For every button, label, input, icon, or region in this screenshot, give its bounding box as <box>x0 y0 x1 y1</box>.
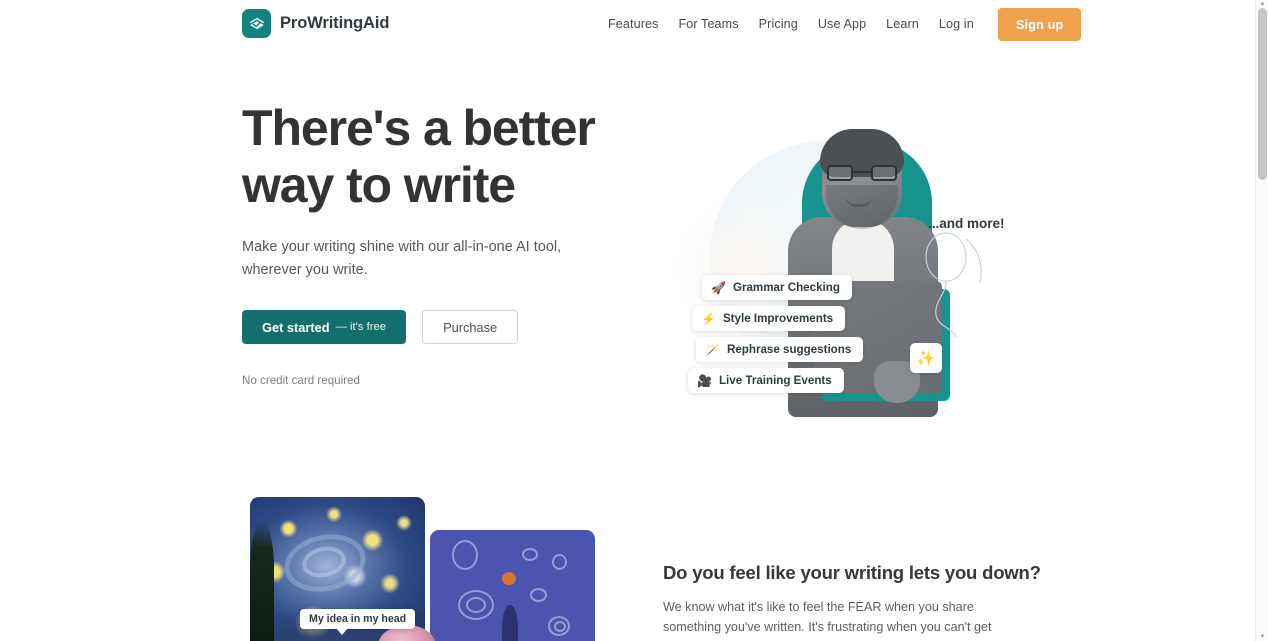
nav-item-learn[interactable]: Learn <box>876 11 929 37</box>
glasses-icon <box>827 165 897 181</box>
scrollbar-thumb[interactable] <box>1258 8 1267 180</box>
section2-copy: Do you feel like your writing lets you d… <box>663 562 1041 641</box>
feature-chip-label: Live Training Events <box>718 374 832 387</box>
nav-item-features[interactable]: Features <box>598 11 669 37</box>
rocket-icon: 🚀 <box>711 280 726 295</box>
section2-title: Do you feel like your writing lets you d… <box>663 562 1041 583</box>
and-more-label: ...and more! <box>928 216 1005 231</box>
hero-section: There's a better way to write Make your … <box>0 48 1256 468</box>
get-started-button[interactable]: Get started — it's free <box>242 310 407 344</box>
idea-in-my-head-label: My idea in my head <box>300 609 416 635</box>
scroll-down-arrow-icon[interactable]: ▼ <box>1256 633 1268 641</box>
nav-item-use-app[interactable]: Use App <box>808 11 876 37</box>
magic-wand-icon: 🪄 <box>705 342 720 357</box>
hero-subtitle: Make your writing shine with our all-in-… <box>242 239 562 278</box>
sparkles-chip: ✨ <box>910 343 942 373</box>
site-header: ProWritingAid Features For Teams Pricing… <box>0 0 1256 48</box>
writing-lets-you-down-section: My idea in my head Do you feel like your… <box>0 468 1256 641</box>
get-started-label: Get started <box>262 319 330 335</box>
lightning-bolt-icon: ⚡ <box>701 311 716 326</box>
nav-item-pricing[interactable]: Pricing <box>749 11 808 37</box>
hero-title-line-2: way to write <box>242 157 516 213</box>
scroll-up-arrow-icon[interactable]: ▲ <box>1256 0 1268 8</box>
stacked-pages-check-icon <box>242 9 271 38</box>
page-scrollbar[interactable]: ▲ ▼ <box>1255 0 1268 641</box>
movie-camera-icon: 🎥 <box>697 373 712 388</box>
section2-body: We know what it's like to feel the FEAR … <box>663 600 992 641</box>
balloon-doodle-icon <box>925 232 982 338</box>
feature-chip-rephrase-suggestions[interactable]: 🪄 Rephrase suggestions <box>696 337 864 362</box>
brand-logo-link[interactable]: ProWritingAid <box>242 9 389 38</box>
sketch-version-image <box>430 530 595 641</box>
feature-chip-list: 🚀 Grammar Checking ⚡ Style Improvements … <box>688 275 864 399</box>
feature-chip-live-training-events[interactable]: 🎥 Live Training Events <box>688 368 844 393</box>
section2-illustration: My idea in my head <box>250 497 602 641</box>
page-root: ProWritingAid Features For Teams Pricing… <box>0 0 1268 641</box>
hero-illustration: ...and more! ✨ 🚀 Grammar Checking ⚡ Styl… <box>650 103 1050 443</box>
feature-chip-grammar-checking[interactable]: 🚀 Grammar Checking <box>702 275 852 300</box>
hero-title: There's a better way to write <box>242 100 642 214</box>
sparkles-icon: ✨ <box>916 350 936 367</box>
hero-copy: There's a better way to write Make your … <box>242 100 642 387</box>
nav-item-for-teams[interactable]: For Teams <box>669 11 749 37</box>
brand-name: ProWritingAid <box>280 14 390 32</box>
feature-chip-label: Grammar Checking <box>732 281 840 294</box>
feature-chip-label: Rephrase suggestions <box>726 343 852 356</box>
main-navigation: Features For Teams Pricing Use App Learn… <box>598 0 1082 48</box>
sign-up-button[interactable]: Sign up <box>997 7 1082 41</box>
hero-title-line-1: There's a better <box>242 100 596 156</box>
feature-chip-label: Style Improvements <box>722 312 834 325</box>
purchase-button[interactable]: Purchase <box>422 310 519 344</box>
hero-actions: Get started — it's free Purchase <box>242 310 642 344</box>
no-credit-card-note: No credit card required <box>242 374 360 387</box>
feature-chip-style-improvements[interactable]: ⚡ Style Improvements <box>692 306 846 331</box>
get-started-free-note: — it's free <box>335 321 387 333</box>
nav-item-log-in[interactable]: Log in <box>929 11 984 37</box>
